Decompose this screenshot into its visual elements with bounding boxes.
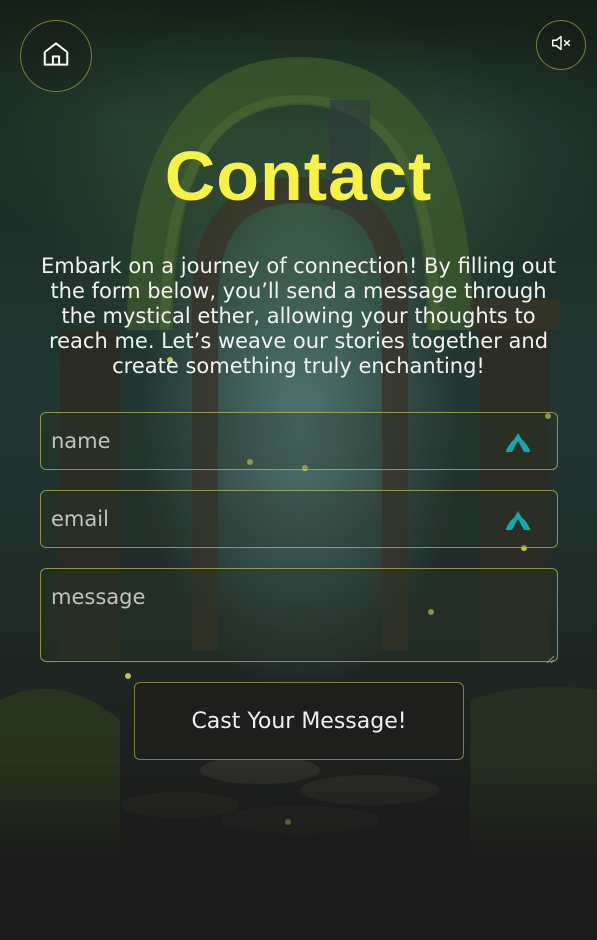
- password-manager-icon[interactable]: [505, 508, 531, 532]
- home-button[interactable]: [20, 20, 92, 92]
- email-input[interactable]: [41, 491, 557, 547]
- intro-text: Embark on a journey of connection! By fi…: [40, 254, 557, 378]
- name-field-wrapper: [40, 412, 558, 470]
- home-icon: [41, 39, 71, 73]
- page-title: Contact: [164, 137, 433, 215]
- background-fade: [0, 760, 597, 860]
- message-textarea[interactable]: [41, 569, 557, 661]
- resize-handle-icon[interactable]: [545, 649, 555, 664]
- mute-button[interactable]: [536, 20, 586, 70]
- email-field-wrapper: [40, 490, 558, 548]
- message-field-wrapper: [40, 568, 558, 664]
- name-input[interactable]: [41, 413, 557, 469]
- submit-button[interactable]: Cast Your Message!: [134, 682, 464, 760]
- speaker-muted-icon: [550, 32, 572, 58]
- password-manager-icon[interactable]: [505, 430, 531, 454]
